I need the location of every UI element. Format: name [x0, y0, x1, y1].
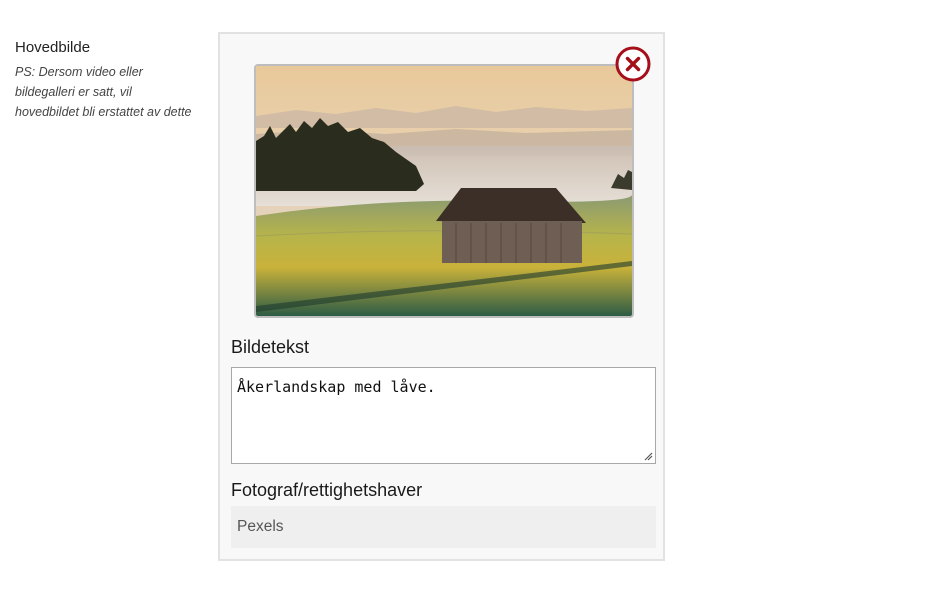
main-image-preview[interactable]: [254, 64, 634, 318]
caption-label: Bildetekst: [231, 337, 310, 357]
field-label-column: Hovedbilde PS: Dersom video eller bildeg…: [15, 38, 195, 122]
close-circle-icon: [615, 46, 651, 82]
credit-field[interactable]: Pexels: [231, 506, 656, 548]
field-label: Hovedbilde: [15, 39, 91, 56]
caption-textarea[interactable]: Åkerlandskap med låve.: [231, 367, 656, 464]
caption-text: Åkerlandskap med låve.: [237, 378, 436, 396]
field-help-text: PS: Dersom video eller bildegalleri er s…: [15, 65, 192, 119]
resize-handle-icon[interactable]: [643, 451, 653, 461]
main-image-panel: Bildetekst Åkerlandskap med låve. Fotogr…: [218, 32, 665, 561]
remove-image-button[interactable]: [615, 46, 651, 82]
landscape-image: [256, 66, 632, 316]
credit-label: Fotograf/rettighetshaver: [231, 480, 423, 500]
